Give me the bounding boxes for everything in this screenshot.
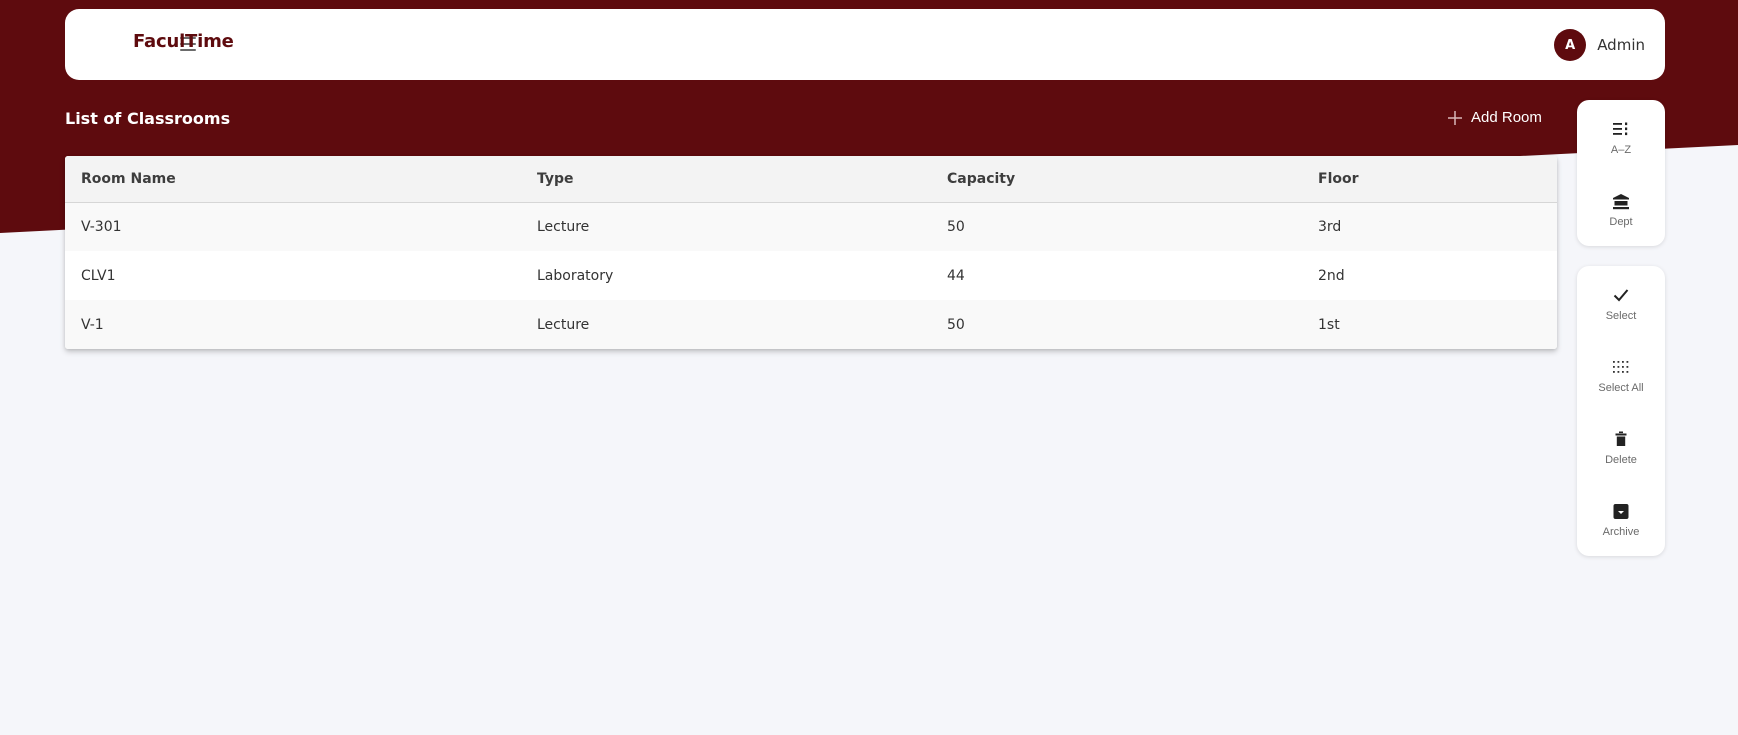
cell-floor: 2nd (1318, 267, 1345, 284)
cell-capacity: 44 (947, 267, 965, 284)
column-header-floor[interactable]: Floor (1302, 156, 1557, 202)
sort-panel: A–Z Dept (1577, 100, 1665, 246)
avatar: A (1554, 29, 1587, 61)
cell-type: Lecture (537, 218, 590, 235)
dots-grid-icon (1613, 361, 1629, 373)
archive-button[interactable]: Archive (1577, 500, 1665, 560)
select-all-label: Select All (1598, 382, 1644, 394)
archive-label: Archive (1602, 526, 1640, 538)
select-button[interactable]: Select (1577, 284, 1665, 344)
sort-az-label: A–Z (1610, 144, 1632, 156)
page-title: List of Classrooms (65, 109, 231, 128)
sort-dept-button[interactable]: Dept (1577, 190, 1665, 250)
action-panel: Select Select All Delete Archive (1577, 266, 1665, 556)
add-room-button[interactable]: Add Room (1447, 109, 1542, 126)
table-header-row: Room Name Type Capacity Floor (65, 156, 1557, 202)
cell-floor: 1st (1318, 316, 1340, 333)
sort-az-button[interactable]: A–Z (1577, 118, 1665, 178)
select-all-button[interactable]: Select All (1577, 356, 1665, 416)
add-room-label: Add Room (1471, 109, 1542, 126)
column-header-room-name[interactable]: Room Name (65, 156, 521, 202)
table-row[interactable]: V-301 Lecture 50 3rd (65, 202, 1557, 251)
select-label: Select (1605, 310, 1637, 322)
delete-label: Delete (1605, 454, 1637, 466)
sort-dept-label: Dept (1609, 216, 1633, 228)
column-header-capacity[interactable]: Capacity (931, 156, 1302, 202)
app-brand: FaculTime (133, 31, 234, 52)
cell-room-name: CLV1 (81, 267, 116, 284)
check-icon (1613, 289, 1629, 302)
column-header-type[interactable]: Type (521, 156, 931, 202)
cell-capacity: 50 (947, 218, 965, 235)
trash-icon (1615, 431, 1627, 446)
sort-list-icon (1613, 122, 1628, 136)
user-name: Admin (1597, 36, 1645, 54)
table-row[interactable]: V-1 Lecture 50 1st (65, 300, 1557, 349)
cell-type: Lecture (537, 316, 590, 333)
table-row[interactable]: CLV1 Laboratory 44 2nd (65, 251, 1557, 300)
institution-icon (1613, 193, 1629, 209)
top-app-bar: FaculTime A Admin (65, 9, 1665, 80)
cell-type: Laboratory (537, 267, 614, 284)
cell-floor: 3rd (1318, 218, 1342, 235)
cell-room-name: V-1 (81, 316, 104, 333)
plus-icon (1448, 110, 1462, 125)
delete-button[interactable]: Delete (1577, 428, 1665, 488)
cell-capacity: 50 (947, 316, 965, 333)
cell-room-name: V-301 (81, 218, 122, 235)
archive-box-icon (1613, 503, 1629, 519)
user-menu[interactable]: A Admin (1554, 29, 1645, 61)
classrooms-table: Room Name Type Capacity Floor V-301 Lect… (65, 156, 1557, 349)
